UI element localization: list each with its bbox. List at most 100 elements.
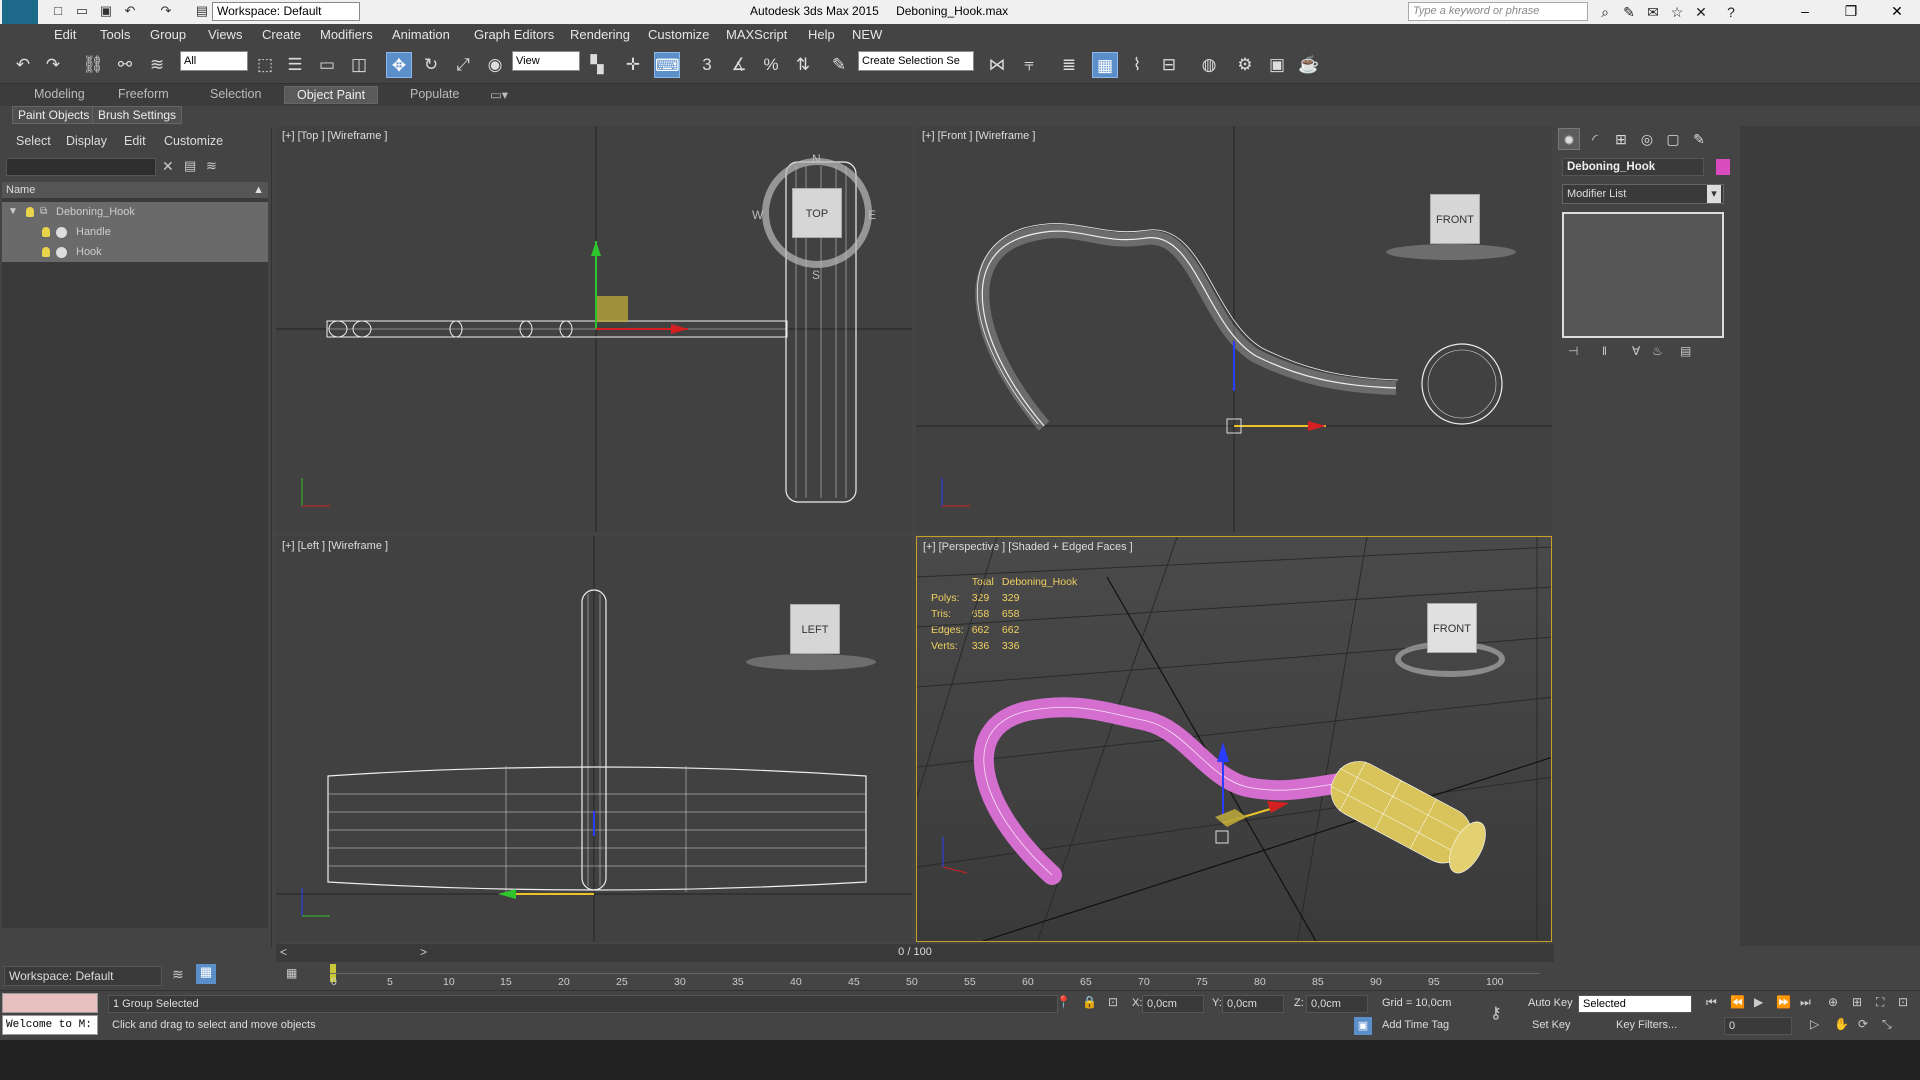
expand-arrow-icon[interactable]: ▼ <box>8 202 18 222</box>
selection-filter-dropdown[interactable]: All <box>180 51 248 71</box>
mirror-icon[interactable]: ⋈ <box>984 52 1010 78</box>
menu-animation[interactable]: Animation <box>392 27 450 42</box>
track-bar[interactable]: ▦ 0 5 10 15 20 25 30 35 40 45 50 55 60 6… <box>276 962 1554 990</box>
favorites-star-icon[interactable]: ☆ <box>1668 3 1686 21</box>
menu-create[interactable]: Create <box>262 27 301 42</box>
brush-settings-button[interactable]: Brush Settings <box>92 106 183 124</box>
menu-rendering[interactable]: Rendering <box>570 27 630 42</box>
project-folder-icon[interactable]: ▤ <box>194 3 210 19</box>
layer-manager-icon[interactable]: ≣ <box>1056 52 1082 78</box>
display-tab-icon[interactable]: ▢ <box>1662 128 1684 150</box>
schematic-view-icon[interactable]: ⊟ <box>1156 52 1182 78</box>
edit-named-selection-icon[interactable]: ✎ <box>826 52 852 78</box>
hierarchy-tab-icon[interactable]: ⊞ <box>1610 128 1632 150</box>
viewcube[interactable]: FRONT <box>1427 603 1477 653</box>
make-unique-icon[interactable]: ∀ <box>1632 344 1640 358</box>
keyboard-shortcut-override-icon[interactable]: ⌨ <box>654 52 680 78</box>
new-file-icon[interactable]: □ <box>50 3 66 19</box>
menu-graph-editors[interactable]: Graph Editors <box>474 27 554 42</box>
save-file-icon[interactable]: ▣ <box>98 3 114 19</box>
explorer-workspace-dropdown[interactable]: Workspace: Default <box>4 966 162 986</box>
menu-edit[interactable]: Edit <box>54 27 76 42</box>
go-to-start-icon[interactable]: ⏮ <box>1706 995 1717 1010</box>
field-of-view-icon[interactable]: ▷ <box>1810 1017 1819 1031</box>
material-editor-icon[interactable]: ◍ <box>1196 52 1222 78</box>
remove-modifier-icon[interactable]: ♨ <box>1652 344 1663 358</box>
unlink-icon[interactable]: ⚯ <box>112 52 138 78</box>
restore-button[interactable]: ❐ <box>1828 0 1874 24</box>
utilities-tab-icon[interactable]: ✎ <box>1688 128 1710 150</box>
next-frame-icon[interactable]: > <box>420 945 427 959</box>
use-pivot-center-icon[interactable]: ▚ <box>584 52 610 78</box>
viewcube-ring[interactable] <box>1386 244 1516 260</box>
select-and-rotate-icon[interactable]: ↻ <box>418 52 444 78</box>
viewcube[interactable]: LEFT <box>790 604 840 654</box>
select-and-link-icon[interactable]: ⛓ <box>80 52 106 78</box>
close-button[interactable]: ✕ <box>1874 0 1920 24</box>
selection-lock-icon[interactable]: 🔒 <box>1082 995 1097 1009</box>
x-coordinate-field[interactable]: 0,0cm <box>1142 995 1204 1013</box>
key-icon[interactable]: ⚷ <box>1490 1003 1502 1023</box>
time-tag-icon[interactable]: ▣ <box>1354 1017 1372 1035</box>
select-by-name-icon[interactable]: ☰ <box>282 52 308 78</box>
modifier-stack[interactable] <box>1562 212 1724 338</box>
window-crossing-icon[interactable]: ◫ <box>346 52 372 78</box>
configure-modifier-sets-icon[interactable]: ▤ <box>1680 344 1691 358</box>
explorer-menu-edit[interactable]: Edit <box>124 134 146 148</box>
create-tab-icon[interactable]: ✹ <box>1558 128 1580 150</box>
object-color-swatch[interactable] <box>1716 159 1730 175</box>
percent-snap-icon[interactable]: % <box>758 52 784 78</box>
undo-icon[interactable]: ↶ <box>10 52 36 78</box>
ribbon-toggle-icon[interactable]: ▭▾ <box>490 87 508 102</box>
maxscript-listener-pink[interactable] <box>2 993 98 1013</box>
select-manipulate-icon[interactable]: ✛ <box>620 52 646 78</box>
menu-tools[interactable]: Tools <box>100 27 130 42</box>
undo-icon[interactable]: ↶ <box>122 3 138 19</box>
scene-explorer-icon[interactable]: ▦ <box>196 964 216 984</box>
search-input[interactable]: Type a keyword or phrase <box>1408 2 1588 21</box>
workspace-dropdown[interactable]: Workspace: Default <box>212 2 360 21</box>
rendered-frame-window-icon[interactable]: ▣ <box>1264 52 1290 78</box>
explorer-menu-customize[interactable]: Customize <box>164 134 223 148</box>
pan-view-icon[interactable]: ✋ <box>1834 1017 1849 1031</box>
menu-help[interactable]: Help <box>808 27 835 42</box>
next-key-icon[interactable]: ⏩ <box>1776 995 1791 1009</box>
minimize-button[interactable]: – <box>1782 0 1828 24</box>
ribbon-tab-populate[interactable]: Populate <box>410 87 459 101</box>
viewcube[interactable]: FRONT <box>1430 194 1480 244</box>
current-frame-field[interactable]: 0 <box>1724 1017 1792 1035</box>
menu-views[interactable]: Views <box>208 27 242 42</box>
show-end-result-icon[interactable]: ‖ <box>1602 344 1607 358</box>
redo-icon[interactable]: ↷ <box>40 52 66 78</box>
place-icon[interactable]: ◉ <box>482 52 508 78</box>
list-item[interactable]: Handle <box>2 222 268 242</box>
viewport-left[interactable]: [+] [Left ] [Wireframe ] LEFT <box>276 536 912 942</box>
maxscript-mini-listener[interactable]: Welcome to M: <box>2 1015 98 1035</box>
auto-key-button[interactable]: Auto Key <box>1528 997 1573 1009</box>
list-item[interactable]: Hook <box>2 242 268 262</box>
spinner-snap-icon[interactable]: ⇅ <box>790 52 816 78</box>
curve-editor-mini-icon[interactable]: ▦ <box>286 966 297 980</box>
ribbon-tab-freeform[interactable]: Freeform <box>118 87 169 101</box>
filter-icon[interactable]: ≋ <box>206 158 217 174</box>
render-teapot-icon[interactable]: ☕ <box>1296 52 1322 78</box>
reference-coordinate-dropdown[interactable]: View <box>512 51 580 71</box>
zoom-icon[interactable]: ⊕ <box>1828 995 1838 1009</box>
help-icon[interactable]: ? <box>1722 3 1740 21</box>
explorer-search-input[interactable] <box>6 158 156 176</box>
menu-modifiers[interactable]: Modifiers <box>320 27 373 42</box>
modify-tab-icon[interactable]: ◜ <box>1584 128 1606 150</box>
ribbon-tab-selection[interactable]: Selection <box>210 87 261 101</box>
list-item[interactable]: ▼ ⧉ Deboning_Hook <box>2 202 268 222</box>
motion-tab-icon[interactable]: ◎ <box>1636 128 1658 150</box>
viewcube-ring[interactable] <box>746 654 876 670</box>
previous-frame-icon[interactable]: < <box>280 945 287 959</box>
light-bulb-icon[interactable] <box>42 227 50 237</box>
select-and-move-icon[interactable]: ✥ <box>386 52 412 78</box>
curve-editor-icon[interactable]: ⌇ <box>1124 52 1150 78</box>
binoculars-icon[interactable]: ⌕ <box>1596 3 1614 21</box>
menu-group[interactable]: Group <box>150 27 186 42</box>
named-selection-dropdown[interactable]: Create Selection Se <box>858 51 974 71</box>
pin-stack-icon[interactable]: ⊣ <box>1568 344 1578 358</box>
snaps-toggle-icon[interactable]: 3 <box>694 52 720 78</box>
